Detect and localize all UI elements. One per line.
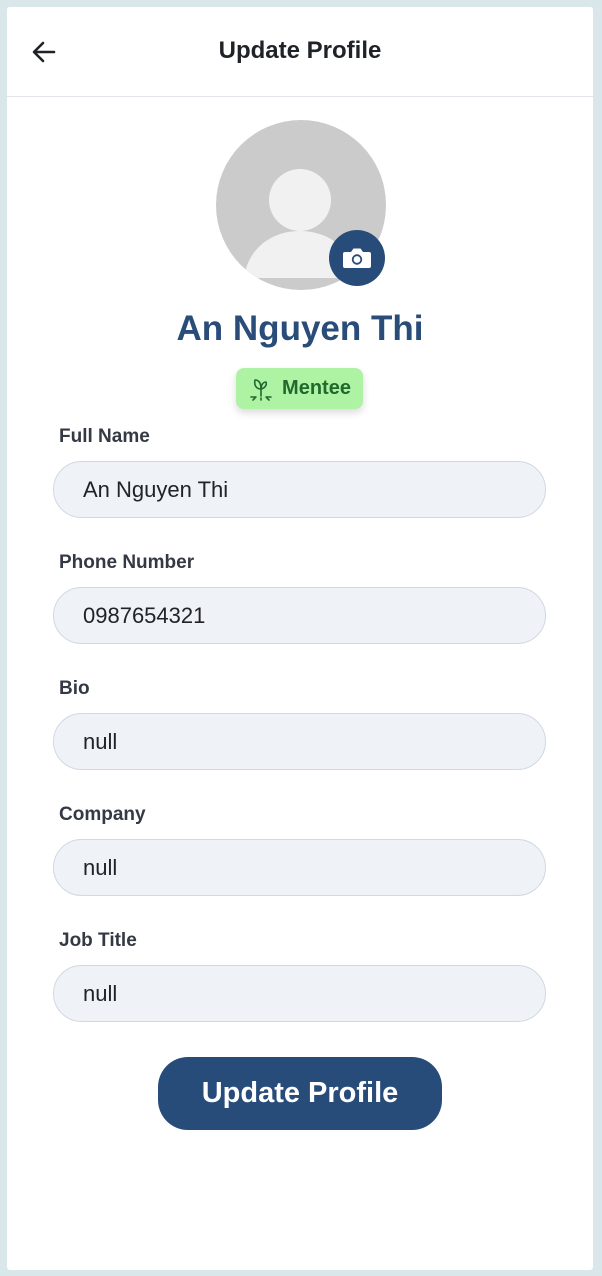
- update-profile-button[interactable]: Update Profile: [158, 1057, 442, 1130]
- bio-input[interactable]: [53, 713, 546, 770]
- profile-name: An Nguyen Thi: [176, 309, 424, 348]
- company-input[interactable]: [53, 839, 546, 896]
- job-title-input[interactable]: [53, 965, 546, 1022]
- job-title-label: Job Title: [59, 930, 137, 951]
- top-bar: Update Profile: [7, 7, 593, 97]
- role-badge: Mentee: [236, 368, 363, 409]
- app-frame: Update Profile An Nguyen Thi Mentee Full…: [7, 7, 593, 1270]
- role-label: Mentee: [282, 377, 351, 399]
- company-label: Company: [59, 804, 146, 825]
- avatar-container: [216, 120, 386, 290]
- full-name-label: Full Name: [59, 426, 150, 447]
- phone-number-label: Phone Number: [59, 552, 195, 573]
- camera-icon: [343, 248, 371, 268]
- sprout-icon: [250, 378, 272, 401]
- bio-label: Bio: [59, 678, 90, 699]
- full-name-input[interactable]: [53, 461, 546, 518]
- phone-number-input[interactable]: [53, 587, 546, 644]
- change-photo-button[interactable]: [329, 230, 385, 286]
- page-title: Update Profile: [218, 37, 382, 64]
